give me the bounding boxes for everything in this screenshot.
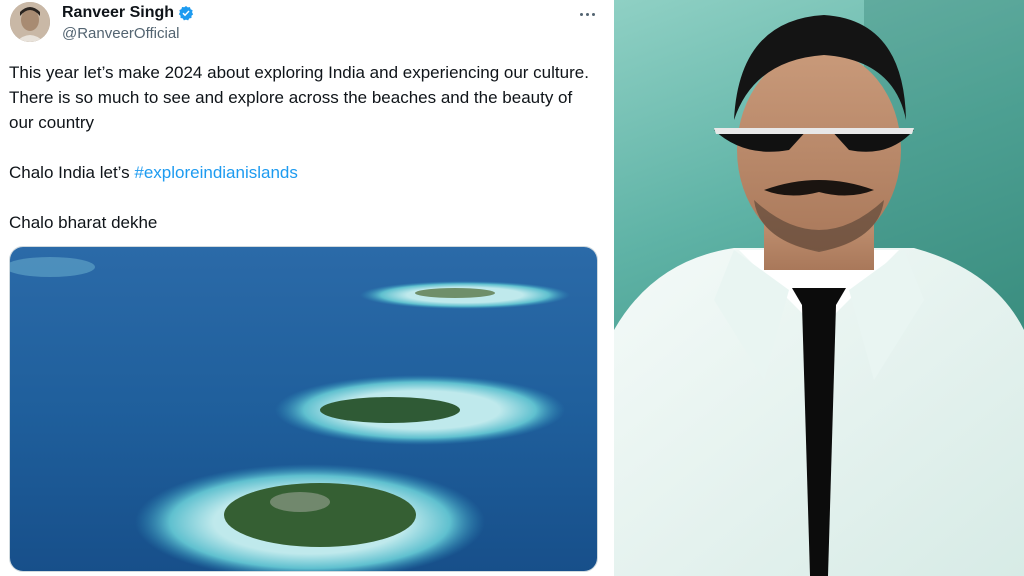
author-handle[interactable]: @RanveerOfficial: [62, 25, 180, 42]
portrait-photo: [614, 0, 1024, 576]
tweet-text: This year let’s make 2024 about explorin…: [9, 60, 599, 235]
hashtag-link[interactable]: #exploreindianislands: [134, 163, 298, 182]
verified-badge-icon: [178, 6, 194, 21]
author-row: Ranveer Singh: [62, 4, 194, 22]
tweet-text-prefix: Chalo India let’s: [9, 163, 135, 182]
author-name[interactable]: Ranveer Singh: [62, 4, 174, 22]
more-horizontal-icon[interactable]: [576, 6, 598, 22]
tweet-paragraph-3: Chalo bharat dekhe: [9, 213, 158, 232]
tweet-paragraph-2: Chalo India let’s #exploreindianislands: [9, 160, 599, 185]
tweet-card: Ranveer Singh @RanveerOfficial This year…: [0, 0, 608, 576]
tweet-paragraph-1: This year let’s make 2024 about explorin…: [9, 63, 589, 132]
avatar[interactable]: [10, 2, 50, 42]
tweet-media-image[interactable]: [9, 246, 598, 572]
